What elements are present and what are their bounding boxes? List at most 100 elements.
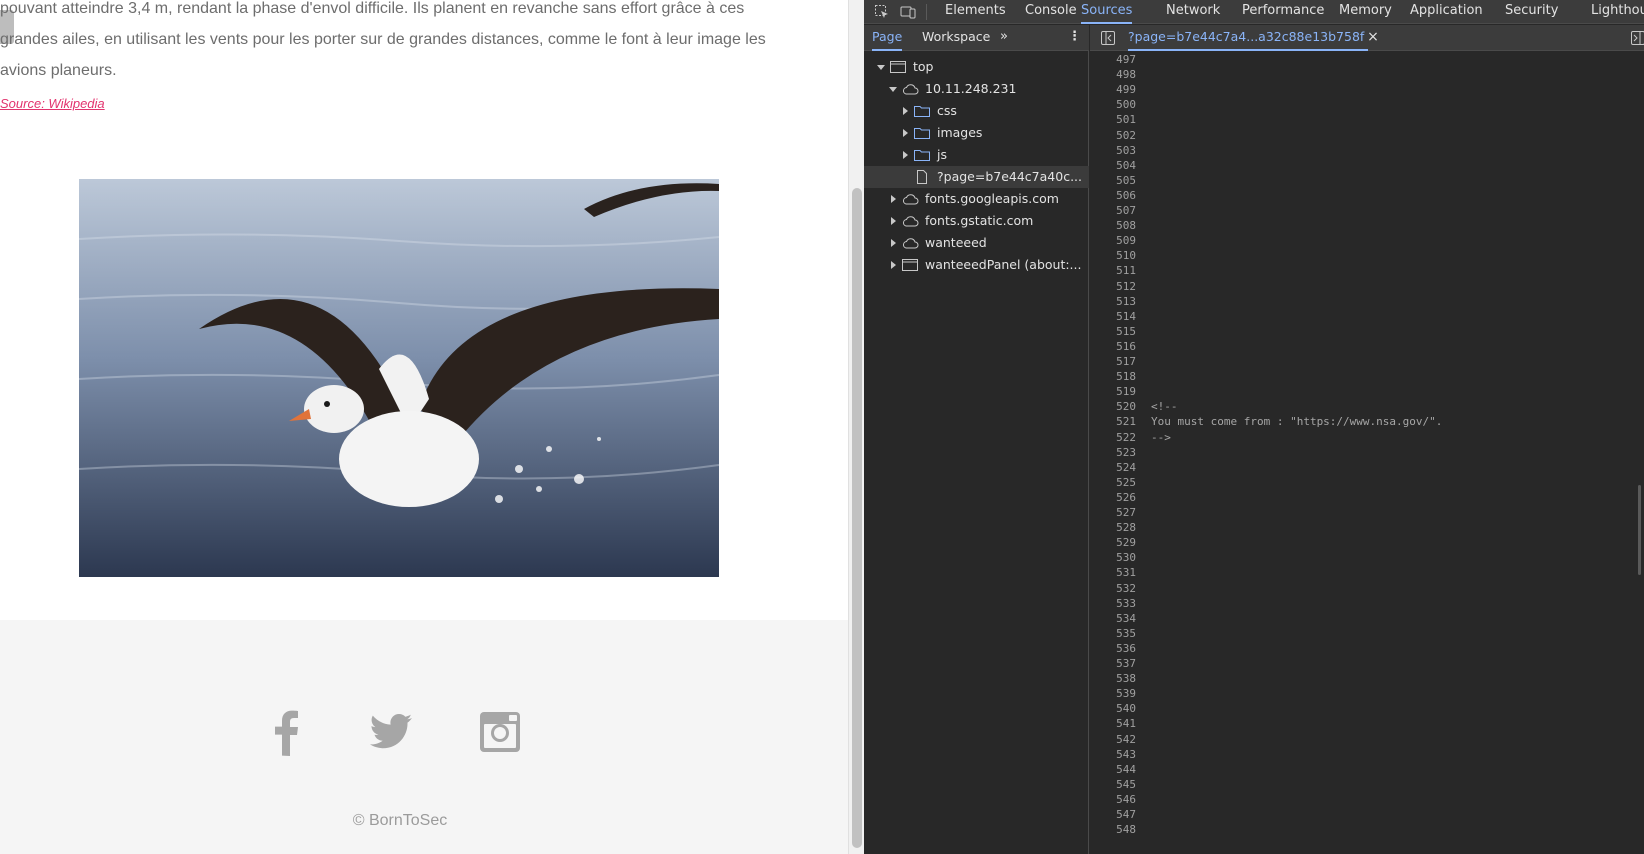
- collapsed-arrow-icon[interactable]: [886, 258, 900, 272]
- line-number[interactable]: 543: [1116, 748, 1136, 761]
- subtab-workspace[interactable]: Workspace: [922, 25, 990, 51]
- more-options-icon[interactable]: ⋮: [1068, 25, 1081, 51]
- line-number[interactable]: 511: [1116, 264, 1136, 277]
- collapsed-arrow-icon[interactable]: [898, 104, 912, 118]
- collapsed-arrow-icon[interactable]: [886, 214, 900, 228]
- line-number[interactable]: 527: [1116, 506, 1136, 519]
- line-number[interactable]: 544: [1116, 763, 1136, 776]
- line-number[interactable]: 524: [1116, 461, 1136, 474]
- line-number[interactable]: 525: [1116, 476, 1136, 489]
- page-scrollbar[interactable]: [848, 0, 864, 854]
- line-number[interactable]: 522: [1116, 431, 1136, 444]
- line-number[interactable]: 521: [1116, 415, 1136, 428]
- tab-console[interactable]: Console: [1025, 0, 1077, 24]
- line-number[interactable]: 529: [1116, 536, 1136, 549]
- expanded-arrow-icon[interactable]: [886, 82, 900, 96]
- line-number[interactable]: 505: [1116, 174, 1136, 187]
- line-number[interactable]: 515: [1116, 325, 1136, 338]
- collapsed-arrow-icon[interactable]: [886, 192, 900, 206]
- editor-scrollbar[interactable]: [1634, 51, 1644, 854]
- line-number[interactable]: 509: [1116, 234, 1136, 247]
- line-number[interactable]: 537: [1116, 657, 1136, 670]
- line-number[interactable]: 513: [1116, 295, 1136, 308]
- paragraph-line-3: avions planeurs.: [0, 62, 117, 79]
- line-number[interactable]: 536: [1116, 642, 1136, 655]
- line-number[interactable]: 520: [1116, 400, 1136, 413]
- facebook-icon[interactable]: [265, 708, 309, 756]
- twitter-icon[interactable]: [370, 708, 414, 756]
- tab-performance[interactable]: Performance: [1242, 0, 1324, 24]
- instagram-icon[interactable]: [478, 708, 522, 756]
- line-number[interactable]: 530: [1116, 551, 1136, 564]
- line-number[interactable]: 542: [1116, 733, 1136, 746]
- tab-sources[interactable]: Sources: [1081, 0, 1133, 24]
- line-number[interactable]: 512: [1116, 280, 1136, 293]
- collapsed-arrow-icon[interactable]: [886, 236, 900, 250]
- tree-item-css[interactable]: css: [864, 100, 1089, 122]
- tab-security[interactable]: Security: [1505, 0, 1558, 24]
- folder-icon: [913, 147, 931, 163]
- tree-item-gstatic[interactable]: fonts.gstatic.com: [864, 210, 1089, 232]
- tab-lighthouse[interactable]: Lighthouse: [1591, 0, 1644, 24]
- line-number[interactable]: 517: [1116, 355, 1136, 368]
- tab-network[interactable]: Network: [1166, 0, 1220, 24]
- line-number[interactable]: 538: [1116, 672, 1136, 685]
- line-number[interactable]: 508: [1116, 219, 1136, 232]
- device-toolbar-icon[interactable]: [900, 4, 916, 20]
- toggle-navigator-icon[interactable]: [1100, 30, 1116, 46]
- line-number[interactable]: 518: [1116, 370, 1136, 383]
- line-number[interactable]: 545: [1116, 778, 1136, 791]
- close-icon[interactable]: ×: [1365, 29, 1381, 45]
- line-number[interactable]: 546: [1116, 793, 1136, 806]
- line-number[interactable]: 526: [1116, 491, 1136, 504]
- editor-file-tab[interactable]: ?page=b7e44c7a4...a32c88e13b758f: [1128, 25, 1369, 51]
- source-link[interactable]: Source: Wikipedia: [0, 96, 105, 111]
- line-number[interactable]: 531: [1116, 566, 1136, 579]
- line-number[interactable]: 516: [1116, 340, 1136, 353]
- line-number[interactable]: 523: [1116, 446, 1136, 459]
- tab-memory[interactable]: Memory: [1339, 0, 1392, 24]
- line-number[interactable]: 506: [1116, 189, 1136, 202]
- tree-item-wanteeed[interactable]: wanteeed: [864, 232, 1089, 254]
- tab-application[interactable]: Application: [1410, 0, 1483, 24]
- line-number[interactable]: 528: [1116, 521, 1136, 534]
- page-scrollbar-thumb[interactable]: [852, 188, 862, 848]
- line-number[interactable]: 534: [1116, 612, 1136, 625]
- more-tabs-icon[interactable]: »: [1000, 25, 1008, 51]
- line-number[interactable]: 507: [1116, 204, 1136, 217]
- line-number[interactable]: 547: [1116, 808, 1136, 821]
- line-number[interactable]: 497: [1116, 53, 1136, 66]
- line-number[interactable]: 519: [1116, 385, 1136, 398]
- collapsed-arrow-icon[interactable]: [898, 148, 912, 162]
- line-number[interactable]: 498: [1116, 68, 1136, 81]
- expanded-arrow-icon[interactable]: [874, 60, 888, 74]
- subtab-page[interactable]: Page: [872, 25, 903, 51]
- editor-scrollbar-thumb[interactable]: [1638, 485, 1641, 575]
- line-number[interactable]: 533: [1116, 597, 1136, 610]
- tree-item-images[interactable]: images: [864, 122, 1089, 144]
- line-number[interactable]: 500: [1116, 98, 1136, 111]
- line-number[interactable]: 503: [1116, 144, 1136, 157]
- tab-elements[interactable]: Elements: [945, 0, 1006, 24]
- inspect-element-icon[interactable]: [874, 4, 890, 20]
- line-number[interactable]: 541: [1116, 717, 1136, 730]
- line-number[interactable]: 535: [1116, 627, 1136, 640]
- line-number[interactable]: 539: [1116, 687, 1136, 700]
- tree-item-host[interactable]: 10.11.248.231: [864, 78, 1089, 100]
- line-number[interactable]: 510: [1116, 249, 1136, 262]
- tree-item-top[interactable]: top: [864, 56, 1089, 78]
- collapsed-arrow-icon[interactable]: [898, 126, 912, 140]
- line-number[interactable]: 532: [1116, 582, 1136, 595]
- tree-item-googleapis[interactable]: fonts.googleapis.com: [864, 188, 1089, 210]
- line-number[interactable]: 514: [1116, 310, 1136, 323]
- line-number[interactable]: 502: [1116, 129, 1136, 142]
- tree-item-page-file[interactable]: ?page=b7e44c7a40c...: [864, 166, 1089, 188]
- line-number[interactable]: 504: [1116, 159, 1136, 172]
- line-number[interactable]: 548: [1116, 823, 1136, 836]
- tree-item-wanteeed-panel[interactable]: wanteeedPanel (about:...: [864, 254, 1089, 276]
- line-number[interactable]: 540: [1116, 702, 1136, 715]
- line-number[interactable]: 501: [1116, 113, 1136, 126]
- toggle-debugger-icon[interactable]: [1630, 30, 1644, 46]
- tree-item-js[interactable]: js: [864, 144, 1089, 166]
- line-number[interactable]: 499: [1116, 83, 1136, 96]
